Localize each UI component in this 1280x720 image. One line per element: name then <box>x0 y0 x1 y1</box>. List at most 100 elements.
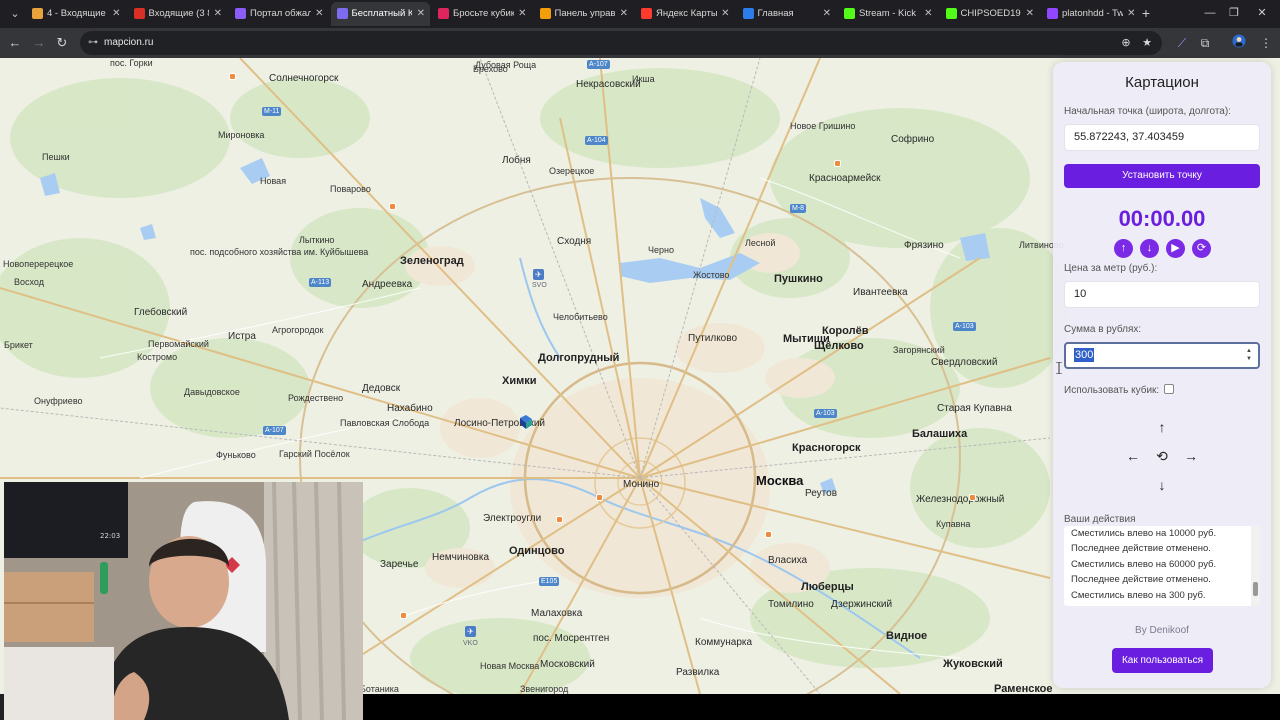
tab-search-icon[interactable]: ⌄ <box>6 5 24 23</box>
map-place-label: Видное <box>886 630 928 642</box>
undo-icon[interactable]: ⟲ <box>1151 445 1173 467</box>
map-place-label: Сходня <box>557 236 592 247</box>
tab-close-icon[interactable]: ✕ <box>1127 2 1135 26</box>
url-text: mapcion.ru <box>104 37 154 48</box>
browser-tab[interactable]: Бросьте кубик ✕ <box>432 2 532 26</box>
browser-tab[interactable]: Панель управ ✕ <box>534 2 634 26</box>
map-place-label: Новая Москва <box>480 661 540 671</box>
map-place-label: Восход <box>14 277 44 287</box>
player-position-marker <box>520 415 532 429</box>
new-tab-button[interactable]: + <box>1137 4 1155 22</box>
browser-tab[interactable]: Портал обжал ✕ <box>229 2 329 26</box>
arrow-up-icon[interactable]: ↑ <box>1114 239 1133 258</box>
zoom-icon[interactable]: ⊕ <box>1118 35 1134 51</box>
tab-close-icon[interactable]: ✕ <box>518 2 526 26</box>
tab-close-icon[interactable]: ✕ <box>823 2 831 26</box>
tab-title: Главная <box>757 8 794 19</box>
tab-close-icon[interactable]: ✕ <box>1026 2 1034 26</box>
price-per-meter-input[interactable]: 10 <box>1064 281 1260 308</box>
extension-icon[interactable]: ⟋ <box>1173 34 1191 52</box>
log-line: Сместились влево на 60000 руб. <box>1071 559 1217 570</box>
map-place-label: пос. подсобного хозяйства им. Куйбышева <box>190 247 369 257</box>
refresh-icon[interactable]: ⟳ <box>1192 239 1211 258</box>
bookmark-star-icon[interactable]: ★ <box>1139 35 1155 51</box>
browser-tab[interactable]: CHIPSOED196 ✕ <box>940 2 1040 26</box>
map-place-label: Пушкино <box>774 273 823 285</box>
browser-tab[interactable]: 4 - Входящие - ✕ <box>26 2 126 26</box>
play-icon[interactable]: ▶ <box>1166 239 1185 258</box>
map-place-label: Челобитьево <box>553 312 608 322</box>
close-window-icon[interactable]: ✕ <box>1252 4 1272 22</box>
tab-title: Входящие (3 8 <box>148 8 210 19</box>
tab-close-icon[interactable]: ✕ <box>721 2 729 26</box>
tab-favicon-icon <box>945 8 957 19</box>
sum-input[interactable]: 300 ▲ ▼ <box>1064 342 1260 369</box>
kartacion-panel: Картацион Начальная точка (широта, долго… <box>1053 62 1271 688</box>
map-place-label: Поварово <box>330 184 371 194</box>
map-place-label: Балашиха <box>912 428 968 440</box>
tab-title: Портал обжал <box>250 8 311 19</box>
map-place-label: Ботаника <box>360 684 399 694</box>
tab-close-icon[interactable]: ✕ <box>924 2 932 26</box>
map-place-label: Москва <box>756 473 804 488</box>
how-to-use-button[interactable]: Как пользоваться <box>1112 648 1213 673</box>
tab-close-icon[interactable]: ✕ <box>214 2 222 26</box>
map-place-label: Озерецкое <box>549 166 595 176</box>
map-place-label: Дедовск <box>362 383 401 394</box>
map-place-label: Гарский Посёлок <box>279 449 350 459</box>
profile-avatar[interactable] <box>1230 34 1248 52</box>
restore-icon[interactable]: ❐ <box>1224 4 1244 22</box>
move-right-icon[interactable]: → <box>1180 445 1202 467</box>
tab-close-icon[interactable]: ✕ <box>620 2 628 26</box>
map-place-label: Фрязино <box>904 240 944 251</box>
number-spinner-icon[interactable]: ▲ ▼ <box>1246 347 1252 363</box>
extensions-puzzle-icon[interactable]: ⧉ <box>1196 34 1214 52</box>
poi-marker <box>765 531 772 538</box>
actions-log[interactable]: Сместились влево на 10000 руб. Последнее… <box>1064 526 1260 606</box>
map-place-label: Долгопрудный <box>538 352 620 364</box>
browser-toolbar: ← → ↻ ⊶ mapcion.ru ⊕ ★ ⟋ ⧉ ⋮ <box>0 28 1280 58</box>
address-bar[interactable]: ⊶ mapcion.ru ⊕ ★ <box>80 31 1162 55</box>
panel-title: Картацион <box>1125 74 1199 91</box>
arrow-down-icon[interactable]: ↓ <box>1140 239 1159 258</box>
text-cursor-icon <box>1056 362 1062 374</box>
map-place-label: Зеленоград <box>400 255 464 267</box>
set-point-button[interactable]: Установить точку <box>1064 164 1260 188</box>
browser-tab[interactable]: Входящие (3 8 ✕ <box>128 2 228 26</box>
move-left-icon[interactable]: ← <box>1122 445 1144 467</box>
browser-tab[interactable]: Бесплатный К ✕ <box>330 2 430 26</box>
tab-close-icon[interactable]: ✕ <box>112 2 120 26</box>
browser-tab[interactable]: Яндекс Карты ✕ <box>635 2 735 26</box>
back-icon[interactable]: ← <box>6 34 24 52</box>
start-point-input[interactable]: 55.872243, 37.403459 <box>1064 124 1260 151</box>
map-place-label: Коммунарка <box>695 637 753 648</box>
map-place-label: Новая <box>260 176 287 186</box>
move-up-icon[interactable]: ↑ <box>1151 416 1173 438</box>
map-place-label: Рождествено <box>288 393 344 403</box>
road-shield-a103-east: A-103 <box>953 322 976 331</box>
tab-close-icon[interactable]: ✕ <box>315 2 323 26</box>
sum-label: Сумма в рублях: <box>1064 324 1142 335</box>
map-place-label: Звенигород <box>520 684 569 694</box>
forward-icon[interactable]: → <box>30 34 48 52</box>
site-info-icon[interactable]: ⊶ <box>88 37 100 49</box>
tab-close-icon[interactable]: ✕ <box>417 2 425 26</box>
log-scrollbar[interactable] <box>1251 526 1260 606</box>
log-line: Сместились влево на 300 руб. <box>1071 590 1206 601</box>
tab-title: Панель управ <box>554 8 616 19</box>
browser-tab[interactable]: Stream - Kick ✕ <box>838 2 938 26</box>
log-scrollbar-thumb[interactable] <box>1253 582 1258 596</box>
reload-icon[interactable]: ↻ <box>53 34 71 52</box>
map-place-label: Томилино <box>768 599 814 610</box>
more-menu-icon[interactable]: ⋮ <box>1257 34 1275 52</box>
minimize-icon[interactable]: — <box>1200 4 1220 22</box>
tab-favicon-icon <box>133 8 145 19</box>
screen: ⌄ 4 - Входящие - ✕ Входящие (3 8 ✕ Портал об… <box>0 0 1280 720</box>
map-place-label: Некрасовский <box>576 79 641 90</box>
start-point-label: Начальная точка (широта, долгота): <box>1064 106 1231 117</box>
browser-tab[interactable]: Главная ✕ <box>737 2 837 26</box>
dice-checkbox[interactable] <box>1164 384 1174 394</box>
browser-tab[interactable]: platonhdd - Tw ✕ <box>1041 2 1141 26</box>
road-shield-a104: A-104 <box>585 136 608 145</box>
move-down-icon[interactable]: ↓ <box>1151 474 1173 496</box>
